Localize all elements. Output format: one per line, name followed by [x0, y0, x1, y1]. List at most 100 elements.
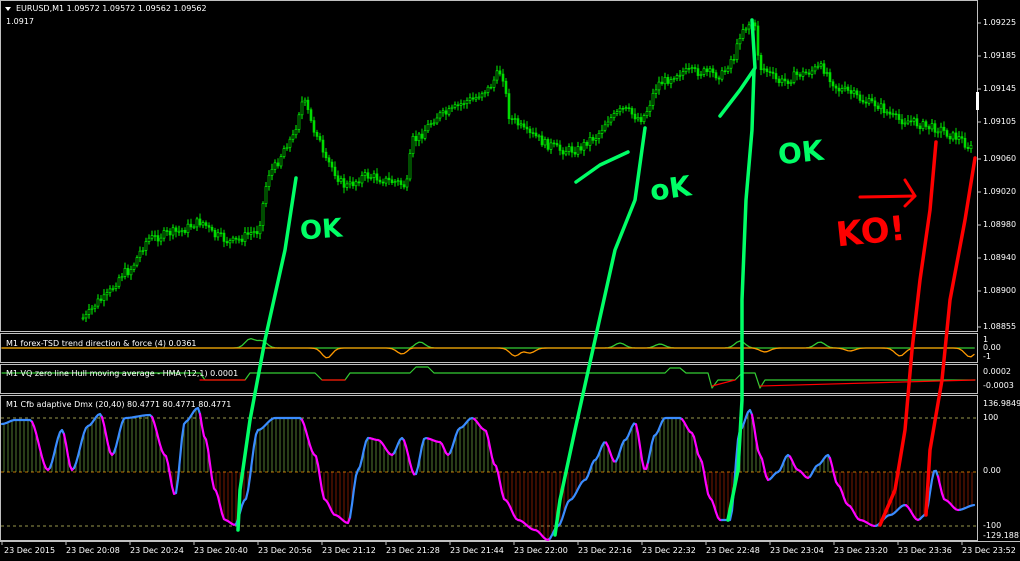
- candle-body: [855, 90, 859, 96]
- candle-body: [348, 181, 352, 185]
- candle-body: [480, 93, 484, 98]
- candle-body: [138, 250, 142, 258]
- candle-body: [963, 137, 967, 148]
- candle-body: [396, 180, 400, 182]
- candle-body: [654, 89, 658, 94]
- candle-body: [774, 73, 778, 80]
- candle-body: [384, 177, 388, 184]
- candle-body: [618, 107, 622, 112]
- candle-body: [900, 119, 904, 125]
- candle-body: [255, 231, 259, 235]
- candle-body: [747, 24, 751, 30]
- candle-body: [714, 72, 718, 79]
- candle-body: [408, 153, 412, 180]
- candle-body: [240, 238, 244, 242]
- candle-body: [930, 123, 934, 130]
- candle-body: [468, 97, 472, 101]
- candle-body: [765, 68, 769, 72]
- cfb-tick: -100: [983, 521, 1002, 530]
- candle-body: [288, 138, 292, 148]
- cfb-line-falling: [604, 441, 618, 463]
- candle-body: [549, 142, 553, 150]
- main-pane-frame: [0, 0, 978, 332]
- candle-body: [657, 81, 661, 91]
- candle-body: [777, 78, 781, 84]
- candle-body: [621, 107, 625, 110]
- price-tick: 1.09020: [983, 187, 1017, 196]
- tsd-pane-title: M1 forex-TSD trend direction & force (4)…: [6, 339, 197, 348]
- candle-body: [201, 222, 205, 226]
- candle-body: [882, 103, 886, 114]
- candle-body: [783, 78, 787, 82]
- candle-body: [501, 73, 505, 82]
- candle-body: [825, 72, 829, 74]
- candle-body: [207, 225, 211, 228]
- cfb-line-rising: [348, 436, 372, 519]
- candle-body: [213, 229, 217, 238]
- candle-body: [243, 232, 247, 242]
- candle-body: [942, 126, 946, 131]
- dropdown-triangle-icon[interactable]: [5, 7, 11, 11]
- candle-body: [135, 257, 139, 266]
- cfb-line-rising: [48, 428, 66, 469]
- candle-body: [615, 111, 619, 114]
- cfb-line-falling: [62, 433, 76, 472]
- price-tick: 1.09185: [983, 51, 1017, 60]
- time-tick: 23 Dec 22:16: [578, 546, 632, 555]
- candle-body: [837, 87, 841, 92]
- cfb-tick: 100: [983, 413, 999, 422]
- candle-body: [378, 179, 382, 183]
- candle-body: [177, 230, 181, 233]
- candle-body: [342, 178, 346, 188]
- annotation-stroke-red: [924, 156, 977, 517]
- price-tick: 1.09225: [983, 18, 1017, 27]
- candle-body: [129, 269, 133, 276]
- candle-body: [321, 139, 325, 153]
- candle-body: [822, 63, 826, 74]
- candle-body: [636, 117, 640, 120]
- candle-body: [609, 117, 613, 123]
- candle-body: [831, 81, 835, 87]
- candle-body: [681, 71, 685, 76]
- candle-body: [642, 115, 646, 122]
- candle-body: [879, 103, 883, 110]
- cfb-pane-frame: [0, 395, 978, 541]
- candle-body: [117, 277, 121, 287]
- candle-body: [795, 71, 799, 75]
- candle-body: [231, 237, 235, 241]
- candle-body: [834, 85, 838, 89]
- price-marker: [976, 92, 979, 110]
- candle-body: [294, 129, 298, 136]
- candle-body: [807, 72, 811, 75]
- candle-body: [102, 294, 106, 301]
- candle-body: [417, 133, 421, 142]
- candle-body: [606, 121, 610, 126]
- candle-body: [381, 181, 385, 184]
- candle-body: [306, 99, 310, 110]
- candle-body: [849, 90, 853, 94]
- time-tick: 23 Dec 23:04: [770, 546, 824, 555]
- cfb-line-rising: [958, 503, 976, 511]
- candle-body: [258, 225, 262, 235]
- annotation-stroke-green: [236, 176, 298, 532]
- cfb-line-rising: [768, 453, 792, 481]
- candle-body: [741, 29, 745, 39]
- cfb-line-falling: [402, 439, 418, 476]
- candle-body: [132, 264, 136, 270]
- candle-body: [513, 118, 517, 120]
- candle-body: [474, 97, 478, 100]
- cfb-line-falling: [198, 412, 238, 526]
- cfb-line-falling: [828, 457, 878, 528]
- annotation-ok-2: oK: [647, 169, 694, 208]
- candle-body: [648, 104, 652, 112]
- candle-body: [315, 131, 319, 137]
- candle-body: [372, 173, 376, 178]
- candle-body: [399, 180, 403, 185]
- time-tick: 23 Dec 21:28: [386, 546, 440, 555]
- candle-body: [267, 174, 271, 187]
- annotation-arrow-red: [858, 194, 917, 199]
- candle-body: [720, 70, 724, 80]
- cfb-line-falling: [150, 415, 178, 495]
- time-tick: 23 Dec 23:52: [962, 546, 1016, 555]
- price-tick: 1.09105: [983, 117, 1017, 126]
